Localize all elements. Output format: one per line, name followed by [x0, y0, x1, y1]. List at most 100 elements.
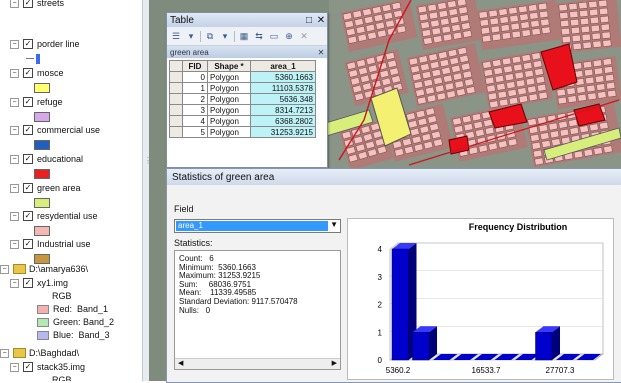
layer-name[interactable]: mosce — [37, 68, 64, 78]
layer-name[interactable]: streets — [37, 0, 64, 8]
row-selector[interactable] — [169, 104, 183, 116]
toc-layer-row[interactable]: − ✓ streets — [10, 0, 64, 9]
toc-layer-row[interactable]: − ✓ educational — [10, 153, 83, 165]
toc-layer-row[interactable]: − ✓ mosce — [10, 67, 64, 79]
toc-folder-row[interactable]: − D:\amarya636\ — [0, 263, 88, 275]
layer-visibility-checkbox[interactable]: ✓ — [23, 0, 33, 8]
cell-shape[interactable]: Polygon — [207, 93, 251, 105]
collapse-icon[interactable]: − — [10, 68, 19, 78]
layer-visibility-checkbox[interactable]: ✓ — [23, 154, 33, 164]
cell-fid[interactable]: 1 — [182, 82, 208, 94]
cell-area[interactable]: 11103.5378 — [250, 82, 316, 94]
layer-visibility-checkbox[interactable]: ✓ — [23, 183, 33, 193]
table-row[interactable]: 3 Polygon 8314.7213 — [169, 104, 316, 116]
layer-name[interactable]: commercial use — [37, 125, 100, 135]
folder-name[interactable]: D:\Baghdad\ — [29, 348, 79, 358]
cell-fid[interactable]: 3 — [182, 104, 208, 116]
cell-area[interactable]: 5360.1663 — [250, 71, 316, 83]
layer-name[interactable]: resydential use — [37, 211, 98, 221]
raster-name[interactable]: stack35.img — [37, 362, 85, 372]
switch-selection-icon[interactable]: ⇆ — [253, 31, 265, 42]
collapse-icon[interactable]: − — [10, 211, 19, 221]
delete-selected-icon[interactable]: ✕ — [298, 31, 310, 42]
toc-layer-row[interactable]: − ✓ resydential use — [10, 210, 98, 222]
collapse-icon[interactable]: − — [10, 278, 19, 288]
row-selector[interactable] — [169, 126, 183, 138]
dropdown-arrow-icon[interactable]: ▾ — [219, 31, 231, 42]
layer-visibility-checkbox[interactable]: ✓ — [23, 125, 33, 135]
toc-layer-row[interactable]: − ✓ green area — [10, 182, 81, 194]
cell-area[interactable]: 31253.9215 — [250, 126, 316, 138]
layer-visibility-checkbox[interactable]: ✓ — [23, 239, 33, 249]
cell-area[interactable]: 5636.348 — [250, 93, 316, 105]
close-tab-icon[interactable]: ✕ — [315, 48, 327, 57]
folder-name[interactable]: D:\amarya636\ — [29, 264, 88, 274]
cell-fid[interactable]: 2 — [182, 93, 208, 105]
horizontal-scrollbar[interactable]: ◀ ▶ — [175, 358, 340, 369]
cell-area[interactable]: 8314.7213 — [250, 104, 316, 116]
cell-fid[interactable]: 5 — [182, 126, 208, 138]
collapse-icon[interactable]: − — [10, 39, 19, 49]
related-tables-icon[interactable]: ⧉ — [204, 31, 216, 42]
toc-folder-row[interactable]: − D:\Baghdad\ — [0, 347, 79, 359]
toc-layer-row[interactable]: − ✓ Industrial use — [10, 238, 91, 250]
toc-raster-row[interactable]: − ✓ xy1.img — [10, 277, 68, 289]
cell-fid[interactable]: 0 — [182, 71, 208, 83]
restore-icon[interactable]: □ — [303, 15, 315, 26]
dropdown-arrow-icon[interactable]: ▾ — [185, 31, 197, 42]
row-selector[interactable] — [169, 93, 183, 105]
scroll-right-icon[interactable]: ▶ — [332, 359, 337, 367]
collapse-icon[interactable]: − — [10, 154, 19, 164]
column-header-fid[interactable]: FID — [182, 60, 208, 72]
layer-visibility-checkbox[interactable]: ✓ — [23, 68, 33, 78]
collapse-icon[interactable]: − — [10, 183, 19, 193]
row-selector-header[interactable] — [169, 60, 183, 72]
collapse-icon[interactable]: − — [10, 362, 19, 372]
collapse-icon[interactable]: − — [10, 97, 19, 107]
row-selector[interactable] — [169, 71, 183, 83]
table-row[interactable]: 1 Polygon 11103.5378 — [169, 82, 316, 94]
column-header-area[interactable]: area_1 — [250, 60, 316, 72]
table-window[interactable]: Table □ ✕ ☰ ▾ ⧉ ▾ ▦ ⇆ ▭ ⊕ ✕ green area ✕… — [166, 12, 328, 168]
layer-visibility-checkbox[interactable]: ✓ — [23, 278, 33, 288]
select-by-attributes-icon[interactable]: ▦ — [238, 31, 250, 42]
clear-selection-icon[interactable]: ▭ — [268, 31, 280, 42]
cell-shape[interactable]: Polygon — [207, 115, 251, 127]
layer-visibility-checkbox[interactable]: ✓ — [23, 362, 33, 372]
collapse-icon[interactable]: − — [10, 239, 19, 249]
cell-shape[interactable]: Polygon — [207, 71, 251, 83]
layer-visibility-checkbox[interactable]: ✓ — [23, 97, 33, 107]
layer-name[interactable]: porder line — [37, 39, 80, 49]
cell-fid[interactable]: 4 — [182, 115, 208, 127]
table-row[interactable]: 4 Polygon 6368.2802 — [169, 115, 316, 127]
toc-layer-row[interactable]: − ✓ refuge — [10, 96, 63, 108]
table-row[interactable]: 5 Polygon 31253.9215 — [169, 126, 316, 138]
collapse-icon[interactable]: − — [0, 348, 9, 358]
layer-name[interactable]: educational — [37, 154, 83, 164]
row-selector[interactable] — [169, 115, 183, 127]
toc-layer-row[interactable]: − ✓ commercial use — [10, 124, 100, 136]
layer-name[interactable]: refuge — [37, 97, 63, 107]
toc-layer-row[interactable]: − ✓ porder line — [10, 38, 80, 50]
chevron-down-icon[interactable]: ▼ — [330, 220, 338, 229]
field-dropdown[interactable]: area_1 ▼ — [174, 219, 341, 233]
table-options-icon[interactable]: ☰ — [170, 31, 182, 42]
collapse-icon[interactable]: − — [10, 125, 19, 135]
toc-raster-row[interactable]: − ✓ stack35.img — [10, 361, 85, 373]
zoom-to-selected-icon[interactable]: ⊕ — [283, 31, 295, 42]
row-selector[interactable] — [169, 82, 183, 94]
cell-shape[interactable]: Polygon — [207, 104, 251, 116]
statistics-textbox[interactable]: Count: 6 Minimum: 5360.1663 Maximum: 31253… — [174, 250, 341, 370]
table-row[interactable]: 2 Polygon 5636.348 — [169, 93, 316, 105]
statistics-dialog-titlebar[interactable]: Statistics of green area — [167, 169, 621, 185]
cell-shape[interactable]: Polygon — [207, 126, 251, 138]
table-tab[interactable]: green area ✕ — [167, 46, 327, 58]
cell-area[interactable]: 6368.2802 — [250, 115, 316, 127]
table-window-titlebar[interactable]: Table □ ✕ — [167, 13, 327, 27]
layer-visibility-checkbox[interactable]: ✓ — [23, 39, 33, 49]
cell-shape[interactable]: Polygon — [207, 82, 251, 94]
collapse-icon[interactable]: − — [0, 264, 9, 274]
close-icon[interactable]: ✕ — [315, 15, 327, 26]
layer-name[interactable]: Industrial use — [37, 239, 91, 249]
scroll-left-icon[interactable]: ◀ — [178, 359, 183, 367]
